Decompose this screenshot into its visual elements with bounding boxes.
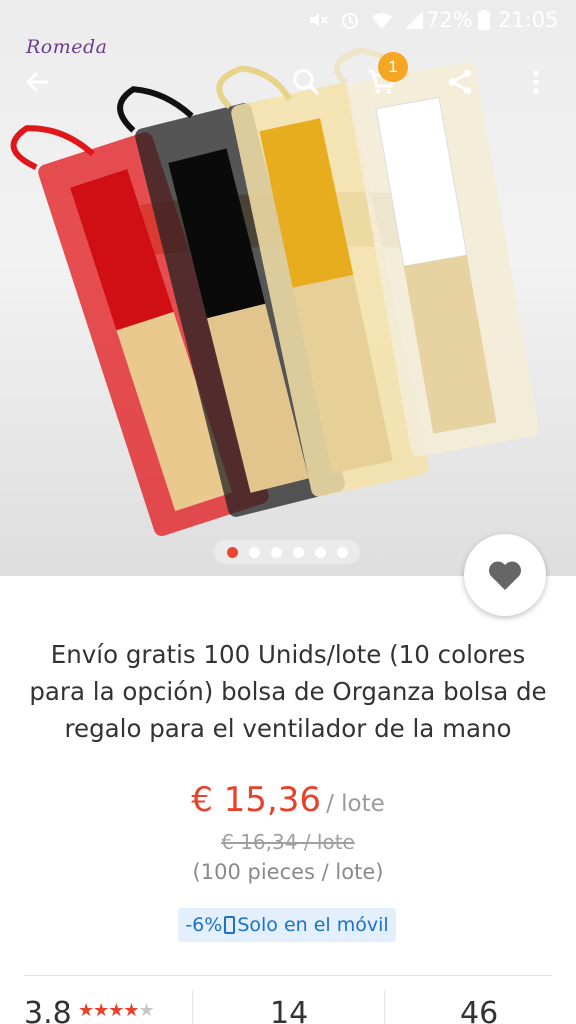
back-button[interactable] (16, 60, 60, 104)
alarm-icon (342, 13, 358, 29)
mobile-phone-icon (224, 916, 236, 934)
more-vertical-icon (533, 70, 539, 94)
wishlist-count[interactable]: 46 (460, 996, 498, 1024)
discount-percent: -6% (185, 914, 223, 936)
pager-dot[interactable] (314, 546, 326, 558)
back-arrow-icon (25, 72, 48, 92)
rating-stars[interactable]: ★★★★★ (78, 1000, 155, 1021)
status-bar: 72% 21:05 (0, 0, 576, 40)
product-title: Envío gratis 100 Unids/lote (10 colores … (29, 640, 547, 743)
product-stats: 3.8 ★★★★★ 14 46 (0, 990, 576, 1024)
divider (24, 975, 552, 976)
more-options-button[interactable] (514, 60, 558, 104)
promo-text: Solo en el móvil (237, 914, 389, 936)
image-pager[interactable] (214, 540, 360, 564)
clock: 21:05 (498, 8, 559, 32)
mute-icon (310, 13, 328, 27)
original-price: € 16,34 / lote (221, 830, 355, 854)
rating-value[interactable]: 3.8 (24, 996, 72, 1024)
stat-separator (192, 990, 193, 1024)
price-unit: / lote (326, 791, 385, 817)
pager-dot[interactable] (292, 546, 304, 558)
brand-logo: Romeda (26, 36, 108, 58)
search-button[interactable] (284, 60, 328, 104)
battery-icon (478, 10, 490, 30)
star-icon: ★★★★ (78, 1000, 140, 1021)
orders-count[interactable]: 14 (270, 996, 308, 1024)
star-empty-icon: ★ (138, 1000, 155, 1021)
battery-percent: 72% (426, 8, 473, 32)
status-icons (306, 8, 426, 32)
pager-dot[interactable] (248, 546, 260, 558)
mobile-discount-badge: -6% Solo en el móvil (178, 908, 396, 942)
wifi-icon (372, 13, 392, 29)
current-price: € 15,36 (191, 780, 321, 820)
cart-count-badge: 1 (378, 52, 408, 82)
price-row: € 15,36 / lote (0, 780, 576, 820)
add-to-wishlist-button[interactable] (464, 534, 546, 616)
pager-dot[interactable] (270, 546, 282, 558)
product-image-gallery[interactable]: 72% 21:05 Romeda 1 (0, 0, 576, 576)
pieces-per-lot: (100 pieces / lote) (192, 860, 384, 884)
pager-dot[interactable] (226, 546, 238, 558)
share-button[interactable] (438, 60, 482, 104)
signal-icon (405, 11, 423, 29)
stat-separator (384, 990, 385, 1024)
search-icon (293, 69, 320, 96)
share-icon (448, 69, 472, 95)
heart-icon (488, 561, 522, 590)
pager-dot[interactable] (336, 546, 348, 558)
